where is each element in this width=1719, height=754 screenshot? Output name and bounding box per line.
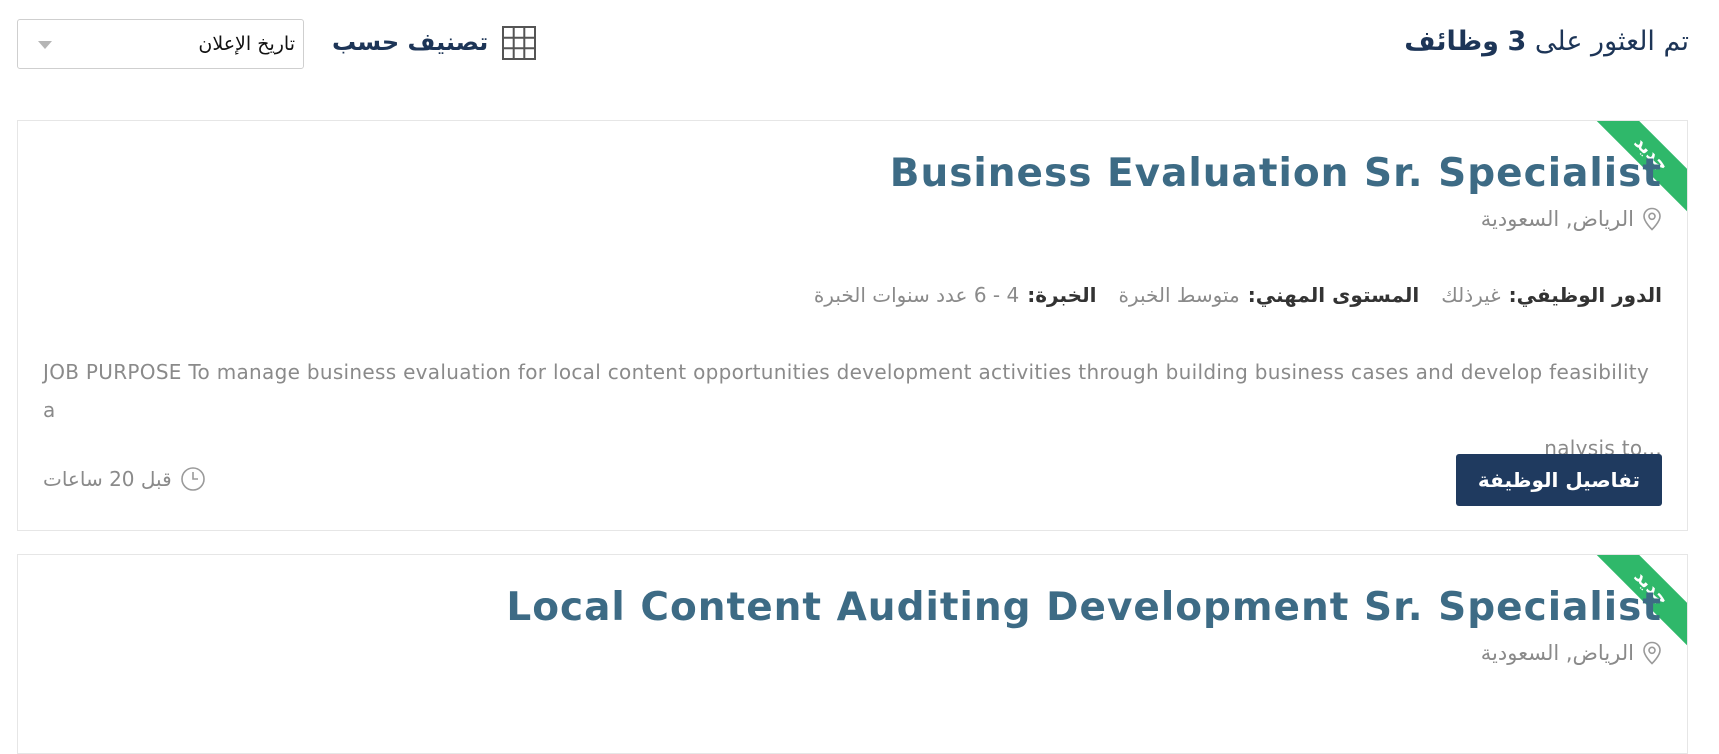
description-line-1: JOB PURPOSE To manage business evaluatio… — [43, 360, 1650, 422]
level-label: المستوى المهني: — [1247, 283, 1420, 307]
job-title[interactable]: Local Content Auditing Development Sr. S… — [506, 585, 1662, 630]
job-details-button[interactable]: تفاصيل الوظيفة — [1456, 454, 1662, 506]
clock-icon — [180, 467, 205, 491]
description-line-2: nalysis to... — [1544, 436, 1662, 460]
role-label: الدور الوظيفي: — [1508, 283, 1662, 307]
results-count: تم العثور على 3 وظائف — [1404, 26, 1689, 57]
location-text: الرياض, السعودية — [1480, 641, 1634, 665]
results-toolbar: تم العثور على 3 وظائف تصنيف حسب تاريخ ال… — [0, 0, 1719, 90]
job-location: الرياض, السعودية — [1481, 641, 1662, 665]
sort-label: تصنيف حسب — [332, 28, 489, 56]
posted-text: قبل 20 ساعات — [43, 467, 172, 491]
level-value: متوسط الخبرة — [1118, 283, 1240, 307]
experience-label: الخبرة: — [1027, 283, 1097, 307]
experience-value: 4 - 6 عدد سنوات الخبرة — [813, 283, 1020, 307]
job-meta: الدور الوظيفي: غيرذلك المستوى المهني: مت… — [800, 283, 1662, 307]
results-prefix: تم العثور على — [1534, 26, 1689, 57]
results-number: 3 — [1507, 26, 1527, 57]
location-text: الرياض, السعودية — [1480, 207, 1634, 231]
sort-selected-value: تاريخ الإعلان — [198, 33, 295, 55]
job-location: الرياض, السعودية — [1481, 207, 1662, 231]
sort-select[interactable]: تاريخ الإعلان — [17, 19, 304, 69]
job-card: جديد Business Evaluation Sr. Specialist … — [17, 120, 1688, 531]
role-value: غيرذلك — [1441, 283, 1501, 307]
grid-icon[interactable] — [502, 26, 536, 60]
job-description: JOB PURPOSE To manage business evaluatio… — [43, 353, 1662, 467]
job-card: جديد Local Content Auditing Development … — [17, 554, 1688, 754]
job-title[interactable]: Business Evaluation Sr. Specialist — [890, 151, 1662, 196]
chevron-down-icon — [38, 41, 52, 49]
results-suffix: وظائف — [1404, 26, 1499, 57]
posted-time: قبل 20 ساعات — [43, 466, 206, 492]
location-pin-icon — [1643, 207, 1661, 231]
location-pin-icon — [1643, 641, 1661, 665]
